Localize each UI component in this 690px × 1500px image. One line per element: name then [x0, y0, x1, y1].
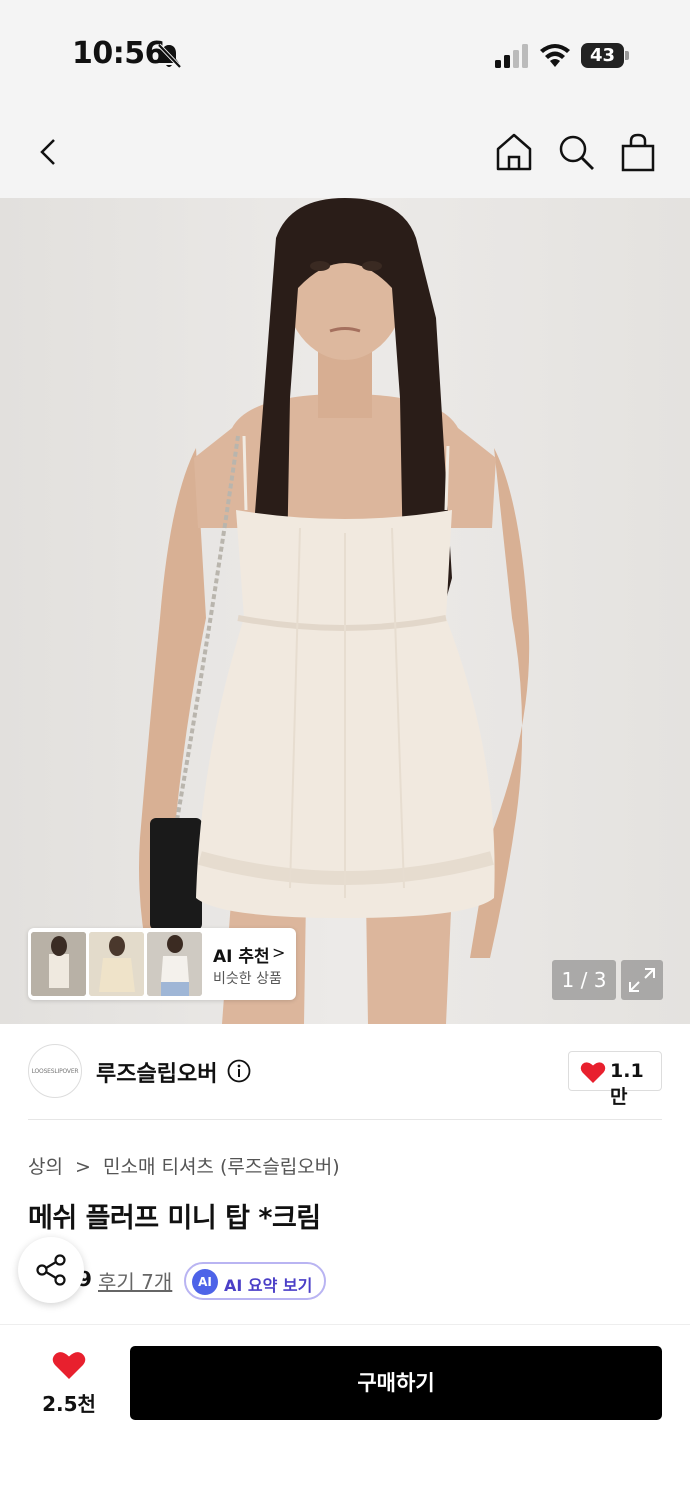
- reviews-link[interactable]: 후기 7개: [98, 1266, 172, 1295]
- info-icon[interactable]: [227, 1059, 251, 1083]
- wishlist-heart-icon[interactable]: [52, 1350, 86, 1380]
- similar-product-thumbnail[interactable]: [147, 932, 202, 996]
- ai-summary-button[interactable]: AI AI 요약 보기: [184, 1262, 326, 1300]
- ai-recommendation-card[interactable]: AI 추천 > 비슷한 상품: [28, 928, 296, 1000]
- similar-product-thumbnail[interactable]: [89, 932, 144, 996]
- bell-off-icon: [157, 43, 182, 69]
- share-icon: [36, 1254, 66, 1286]
- back-icon[interactable]: [28, 130, 72, 174]
- breadcrumb-category[interactable]: 상의: [28, 1156, 63, 1178]
- wifi-icon: [540, 44, 570, 67]
- brand-like-count: 1.1만: [610, 1060, 644, 1108]
- ai-summary-label: AI 요약 보기: [224, 1276, 313, 1295]
- search-icon[interactable]: [554, 130, 598, 174]
- battery-level: 43: [589, 45, 616, 66]
- breadcrumb-subcategory[interactable]: 민소매 티셔츠 (루즈슬립오버): [103, 1156, 340, 1178]
- signal-icon: [495, 44, 528, 68]
- brand-like-button[interactable]: 1.1만: [568, 1051, 662, 1108]
- divider: [28, 1119, 662, 1120]
- ai-badge: AI: [192, 1269, 218, 1295]
- breadcrumb-separator: >: [75, 1156, 91, 1178]
- top-nav: [0, 110, 690, 198]
- buy-button[interactable]: 구매하기: [130, 1346, 662, 1420]
- ai-recommendation-subtitle: 비슷한 상품: [213, 971, 282, 987]
- breadcrumb: 상의 > 민소매 티셔츠 (루즈슬립오버): [28, 1152, 346, 1179]
- status-bar: 10:56 43: [0, 0, 690, 110]
- brand-logo[interactable]: LOOSESLIPOVER: [28, 1044, 82, 1098]
- ai-recommendation-title: AI 추천: [213, 947, 270, 967]
- wishlist-count: 2.5천: [42, 1392, 96, 1416]
- similar-product-thumbnail[interactable]: [31, 932, 86, 996]
- expand-icon[interactable]: [621, 960, 663, 1000]
- bag-icon[interactable]: [616, 130, 660, 174]
- chevron-right-icon: >: [272, 943, 286, 962]
- product-image-gallery[interactable]: 1 / 3: [0, 198, 690, 1024]
- heart-icon: [580, 1062, 606, 1083]
- battery-icon: 43: [581, 43, 629, 68]
- status-time: 10:56: [72, 36, 166, 71]
- product-photo: [0, 198, 690, 1024]
- home-icon[interactable]: [492, 130, 536, 174]
- brand-name[interactable]: 루즈슬립오버: [96, 1056, 217, 1088]
- product-title: 메쉬 플러프 미니 탑 *크림: [28, 1203, 321, 1234]
- image-counter: 1 / 3: [552, 960, 616, 1000]
- share-button[interactable]: [18, 1237, 84, 1303]
